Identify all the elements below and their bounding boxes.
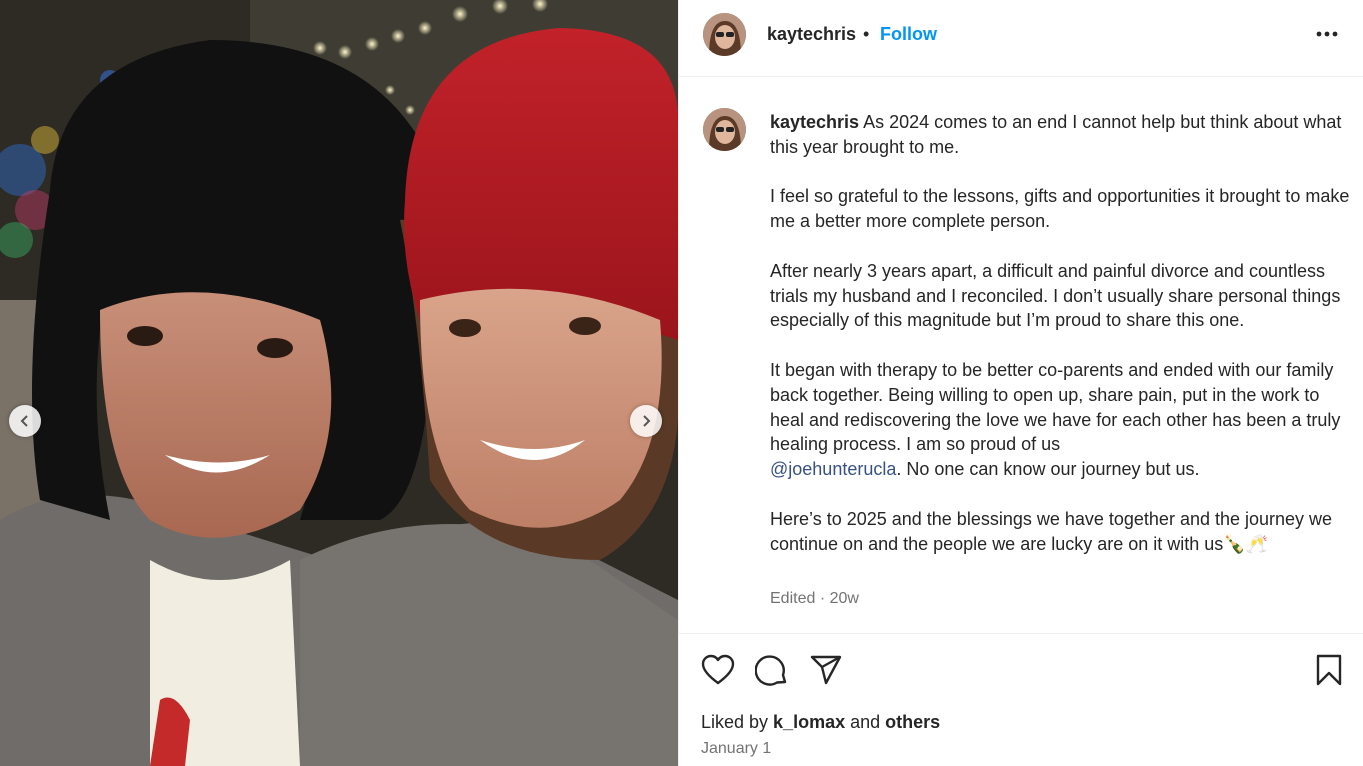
bookmark-icon[interactable] (1315, 654, 1343, 686)
caption-section: kaytechris As 2024 comes to an end I can… (679, 78, 1363, 633)
post-author-username[interactable]: kaytechris (767, 24, 856, 45)
post-photo (0, 0, 678, 766)
more-options-icon[interactable] (1315, 30, 1339, 38)
caption-avatar[interactable] (703, 108, 746, 151)
post-date[interactable]: January 1 (701, 740, 771, 758)
liked-by-user-link[interactable]: k_lomax (773, 712, 845, 732)
post-media[interactable] (0, 0, 678, 766)
post-details-panel: kaytechris • Follow kaytechris As 2024 c… (678, 0, 1363, 766)
liked-by-summary: Liked by k_lomax and others (701, 712, 940, 733)
avatar[interactable] (703, 13, 746, 56)
avatar-image (703, 13, 746, 56)
mention-link[interactable]: @joehunterucla (770, 459, 896, 479)
caption-text: As 2024 comes to an end I cannot help bu… (770, 112, 1350, 455)
liked-by-others-link[interactable]: others (885, 712, 940, 732)
post-meta: Edited · 20w (770, 590, 859, 607)
caption-username[interactable]: kaytechris (770, 112, 859, 132)
follow-button[interactable]: Follow (880, 24, 937, 45)
post-header: kaytechris • Follow (679, 0, 1363, 77)
separator-dot: • (863, 24, 870, 44)
action-bar: Liked by k_lomax and others January 1 (679, 633, 1363, 766)
chevron-right-icon (643, 415, 651, 427)
liked-by-middle: and (845, 712, 886, 732)
next-photo-button[interactable] (630, 405, 662, 437)
liked-by-prefix: Liked by (701, 712, 774, 732)
chevron-left-icon (20, 415, 28, 427)
comment-icon[interactable] (755, 654, 789, 688)
post-caption: kaytechris As 2024 comes to an end I can… (770, 110, 1355, 556)
heart-icon[interactable] (701, 654, 735, 686)
previous-photo-button[interactable] (9, 405, 41, 437)
share-icon[interactable] (809, 654, 843, 686)
avatar-image (703, 108, 746, 151)
